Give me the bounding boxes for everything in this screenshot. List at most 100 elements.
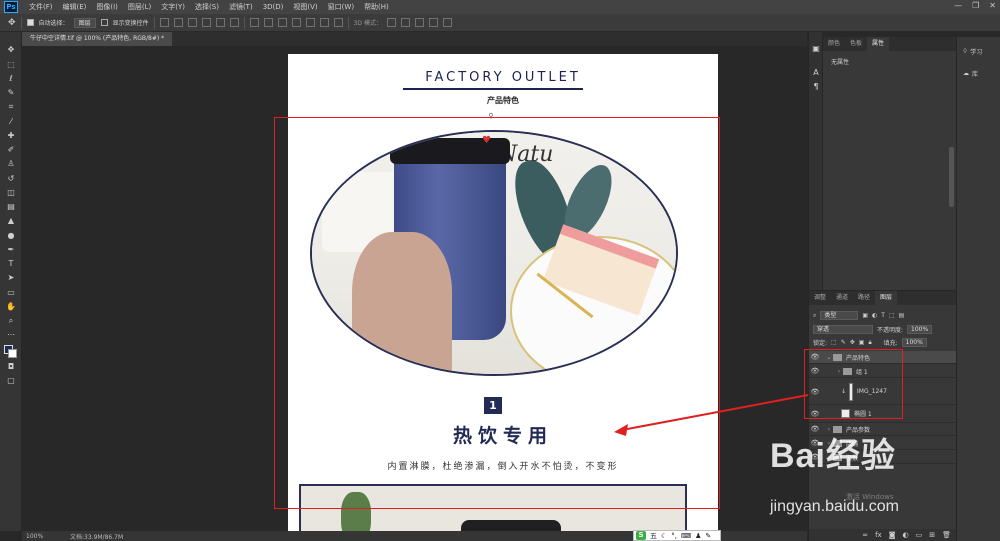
paragraph-panel-icon[interactable]: ¶: [811, 82, 821, 92]
auto-align-icon[interactable]: [333, 18, 343, 27]
distribute-bottom-icon[interactable]: [277, 18, 287, 27]
menu-type[interactable]: 文字(Y): [156, 2, 190, 12]
quick-select-tool-icon[interactable]: ✎: [6, 89, 16, 97]
brush-tool-icon[interactable]: ✐: [6, 146, 16, 154]
collapse-chevron-icon[interactable]: ›: [825, 440, 833, 447]
move-tool-icon[interactable]: ✥: [8, 18, 16, 28]
document-tab[interactable]: 牛仔中空详情.tif @ 100% (产品特色, RGB/8#) *: [22, 32, 173, 46]
3d-scale-icon[interactable]: [442, 18, 452, 27]
tab-color[interactable]: 颜色: [823, 37, 845, 51]
tab-swatches[interactable]: 色板: [845, 37, 867, 51]
document-size-info[interactable]: 文档:33.9M/86.7M: [58, 532, 123, 541]
healing-brush-icon[interactable]: ✚: [6, 132, 16, 140]
type-tool-icon[interactable]: T: [6, 260, 16, 268]
collapse-chevron-icon[interactable]: ›: [825, 426, 833, 433]
ime-toolbar[interactable]: S 五 ☾ °, ⌨ ♟ ✎: [633, 530, 721, 541]
lock-paint-icon[interactable]: ✎: [841, 339, 846, 346]
ime-user-icon[interactable]: ♟: [695, 532, 701, 540]
eraser-tool-icon[interactable]: ◫: [6, 189, 16, 197]
filter-type-icon[interactable]: T: [881, 312, 885, 319]
history-panel-icon[interactable]: ▣: [811, 44, 821, 54]
3d-drag-icon[interactable]: [414, 18, 424, 27]
fill-field[interactable]: 100%: [901, 338, 927, 347]
menu-image[interactable]: 图像(I): [91, 2, 123, 12]
zoom-level[interactable]: 100%: [22, 533, 58, 540]
canvas-area[interactable]: FACTORY OUTLET 产品特色 ♀ Natu ♥ 1 热饮专用 内置淋膜…: [22, 46, 807, 531]
layer-row-product-params[interactable]: 👁︎ › 产品参数: [809, 423, 957, 436]
tab-properties[interactable]: 属性: [867, 37, 890, 51]
menu-help[interactable]: 帮助(H): [359, 2, 394, 12]
add-mask-icon[interactable]: ◙: [889, 531, 896, 539]
link-layers-icon[interactable]: ∞: [862, 531, 868, 539]
distribute-middle-icon[interactable]: [263, 18, 273, 27]
layer-row-shop[interactable]: 👁︎ › 店铺: [809, 437, 957, 450]
filter-pixel-icon[interactable]: ▣: [862, 312, 868, 319]
properties-scrollbar[interactable]: [949, 147, 954, 207]
kind-filter-dropdown[interactable]: 类型: [820, 311, 859, 320]
menu-file[interactable]: 文件(F): [24, 2, 58, 12]
distribute-center-icon[interactable]: [305, 18, 315, 27]
visibility-eye-icon[interactable]: 👁︎: [809, 453, 821, 461]
show-transform-checkbox[interactable]: [100, 19, 108, 26]
layer-row-poster[interactable]: 👁︎ › 海报: [809, 451, 957, 464]
tab-adjustments[interactable]: 调整: [809, 291, 831, 305]
ime-mode-label[interactable]: 五: [650, 531, 657, 541]
character-panel-icon[interactable]: A: [811, 68, 821, 78]
menu-filter[interactable]: 滤镜(T): [224, 2, 258, 12]
path-select-icon[interactable]: ➤: [6, 274, 16, 282]
ime-keyboard-icon[interactable]: ⌨: [681, 532, 691, 540]
eyedropper-tool-icon[interactable]: ⁄: [6, 118, 16, 126]
lock-all-icon[interactable]: 🔒︎: [868, 339, 871, 347]
move-tool-icon[interactable]: ✥: [6, 46, 16, 54]
filter-smart-icon[interactable]: ▤: [899, 312, 905, 319]
filter-adjust-icon[interactable]: ◐: [872, 312, 877, 319]
lock-position-icon[interactable]: ✥: [850, 339, 855, 346]
visibility-eye-icon[interactable]: 👁︎: [809, 439, 821, 447]
auto-select-checkbox[interactable]: [26, 19, 34, 26]
collapse-chevron-icon[interactable]: ›: [825, 454, 833, 461]
zoom-tool-icon[interactable]: ⌕: [6, 317, 16, 325]
menu-select[interactable]: 选择(S): [190, 2, 224, 12]
distribute-right-icon[interactable]: [319, 18, 329, 27]
crop-tool-icon[interactable]: ⌗: [6, 103, 16, 111]
pen-tool-icon[interactable]: ✒: [6, 246, 16, 254]
shape-tool-icon[interactable]: ▭: [6, 289, 16, 297]
quick-mask-icon[interactable]: ◘: [6, 363, 16, 371]
distribute-left-icon[interactable]: [291, 18, 301, 27]
blur-tool-icon[interactable]: ▲: [6, 217, 16, 225]
blend-mode-dropdown[interactable]: 穿透: [813, 325, 873, 334]
align-top-icon[interactable]: [201, 18, 211, 27]
dodge-tool-icon[interactable]: ●: [6, 232, 16, 240]
menu-window[interactable]: 窗口(W): [323, 2, 359, 12]
clone-stamp-icon[interactable]: ♙: [6, 160, 16, 168]
menu-view[interactable]: 视图(V): [288, 2, 322, 12]
hand-tool-icon[interactable]: ✋: [6, 303, 16, 311]
align-center-icon[interactable]: [173, 18, 183, 27]
distribute-top-icon[interactable]: [249, 18, 259, 27]
background-color-swatch[interactable]: [8, 349, 17, 358]
auto-select-dropdown[interactable]: 图层: [73, 17, 96, 28]
filter-shape-icon[interactable]: ⬚: [889, 312, 895, 319]
tab-layers[interactable]: 图层: [875, 291, 898, 305]
learn-panel-button[interactable]: 💡︎ 学习: [963, 47, 982, 57]
ime-punct-icon[interactable]: °,: [671, 532, 677, 540]
more-tools-icon[interactable]: ⋯: [6, 331, 16, 339]
tab-paths[interactable]: 路径: [853, 291, 875, 305]
opacity-field[interactable]: 100%: [907, 325, 933, 334]
3d-slide-icon[interactable]: [428, 18, 438, 27]
delete-layer-icon[interactable]: 🗑︎: [942, 531, 951, 539]
lock-artboard-icon[interactable]: ▣: [859, 339, 865, 346]
3d-rotate-icon[interactable]: [386, 18, 396, 27]
screen-mode-icon[interactable]: ▢: [6, 377, 16, 385]
lasso-tool-icon[interactable]: ℓ: [6, 75, 16, 83]
marquee-tool-icon[interactable]: ⬚: [6, 61, 16, 69]
lock-pixels-icon[interactable]: ⬚: [831, 339, 837, 346]
ime-logo-icon[interactable]: S: [636, 531, 646, 540]
align-right-icon[interactable]: [187, 18, 197, 27]
align-middle-icon[interactable]: [215, 18, 225, 27]
restore-icon[interactable]: ❐: [972, 1, 979, 10]
fx-icon[interactable]: fx: [875, 531, 882, 539]
menu-edit[interactable]: 编辑(E): [58, 2, 92, 12]
libraries-panel-button[interactable]: ☁ 库: [963, 69, 978, 78]
menu-3d[interactable]: 3D(D): [258, 3, 289, 11]
